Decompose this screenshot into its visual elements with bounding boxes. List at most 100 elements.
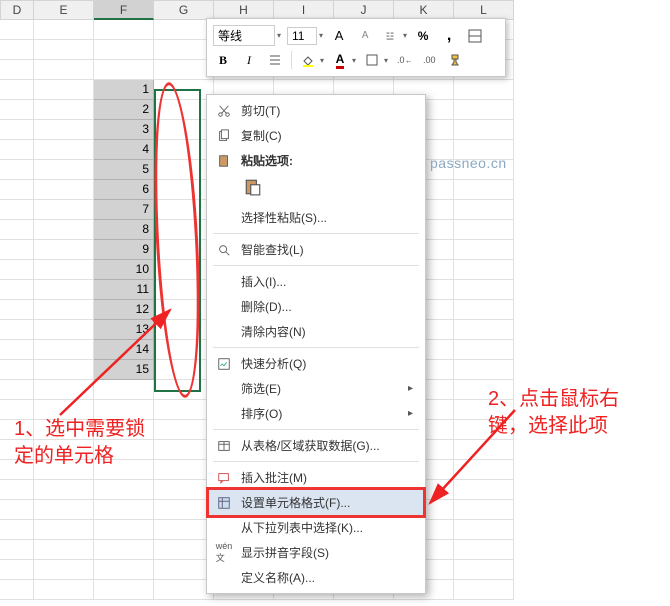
cell[interactable] — [34, 80, 94, 100]
menu-pick-dropdown[interactable]: 从下拉列表中选择(K)... — [209, 515, 423, 540]
cell[interactable]: 10 — [94, 260, 154, 280]
cell[interactable] — [154, 220, 214, 240]
cell[interactable] — [34, 320, 94, 340]
cell[interactable] — [154, 340, 214, 360]
cell[interactable]: 1 — [94, 80, 154, 100]
cell[interactable] — [454, 420, 514, 440]
cell[interactable] — [34, 120, 94, 140]
cell[interactable] — [454, 300, 514, 320]
cell[interactable]: 15 — [94, 360, 154, 380]
cell[interactable] — [0, 180, 34, 200]
font-color-button[interactable]: A — [330, 50, 350, 70]
cell[interactable] — [0, 460, 34, 480]
italic-button[interactable]: I — [239, 50, 259, 70]
cell[interactable] — [34, 340, 94, 360]
cell[interactable] — [454, 500, 514, 520]
cell[interactable] — [34, 200, 94, 220]
menu-delete[interactable]: 删除(D)... — [209, 294, 423, 319]
cell[interactable] — [154, 60, 214, 80]
cell[interactable]: 8 — [94, 220, 154, 240]
cell[interactable] — [0, 440, 34, 460]
cell[interactable] — [154, 180, 214, 200]
cell[interactable] — [0, 40, 34, 60]
cell[interactable] — [0, 540, 34, 560]
cell[interactable] — [0, 300, 34, 320]
column-header[interactable]: E — [34, 0, 94, 20]
cell[interactable] — [94, 500, 154, 520]
cell[interactable] — [454, 340, 514, 360]
menu-copy[interactable]: 复制(C) — [209, 123, 423, 148]
cell[interactable] — [34, 460, 94, 480]
cell[interactable] — [34, 520, 94, 540]
cell[interactable] — [0, 360, 34, 380]
cell[interactable] — [154, 460, 214, 480]
menu-cut[interactable]: 剪切(T) — [209, 98, 423, 123]
menu-insert[interactable]: 插入(I)... — [209, 269, 423, 294]
cell[interactable] — [454, 360, 514, 380]
cell[interactable] — [454, 200, 514, 220]
menu-paste-special[interactable]: 选择性粘贴(S)... — [209, 205, 423, 230]
cell[interactable] — [154, 260, 214, 280]
cell[interactable] — [94, 540, 154, 560]
cell[interactable] — [454, 100, 514, 120]
cell[interactable] — [454, 400, 514, 420]
cell[interactable] — [154, 80, 214, 100]
cell[interactable] — [454, 520, 514, 540]
cell[interactable] — [454, 80, 514, 100]
cell[interactable] — [154, 140, 214, 160]
accounting-format-button[interactable]: ☳ — [381, 26, 401, 46]
decimal-dec-button[interactable]: .00→ — [420, 50, 440, 70]
cell[interactable] — [454, 320, 514, 340]
menu-quick-analysis[interactable]: 快速分析(Q) — [209, 351, 423, 376]
cell[interactable] — [0, 480, 34, 500]
cell[interactable] — [34, 560, 94, 580]
menu-insert-comment[interactable]: 插入批注(M) — [209, 465, 423, 490]
cell[interactable] — [0, 20, 34, 40]
cell[interactable] — [34, 400, 94, 420]
decimal-inc-button[interactable]: .0← — [394, 50, 414, 70]
cell[interactable] — [94, 520, 154, 540]
cell[interactable] — [154, 440, 214, 460]
cell[interactable] — [154, 160, 214, 180]
cell[interactable] — [34, 240, 94, 260]
cell[interactable] — [154, 280, 214, 300]
column-header[interactable]: I — [274, 0, 334, 20]
cell[interactable] — [94, 40, 154, 60]
cell[interactable] — [0, 420, 34, 440]
cell[interactable] — [454, 480, 514, 500]
cell[interactable] — [454, 180, 514, 200]
cell[interactable] — [154, 480, 214, 500]
cell[interactable] — [154, 300, 214, 320]
cell[interactable] — [94, 580, 154, 600]
cell[interactable] — [0, 560, 34, 580]
cell[interactable]: 2 — [94, 100, 154, 120]
cell[interactable]: 14 — [94, 340, 154, 360]
cell[interactable] — [0, 320, 34, 340]
cell[interactable] — [454, 560, 514, 580]
column-header[interactable]: D — [0, 0, 34, 20]
menu-clear[interactable]: 清除内容(N) — [209, 319, 423, 344]
cell[interactable] — [94, 20, 154, 40]
cell[interactable] — [154, 120, 214, 140]
cell[interactable]: 12 — [94, 300, 154, 320]
cell[interactable] — [154, 540, 214, 560]
cell[interactable] — [154, 20, 214, 40]
cell[interactable] — [34, 260, 94, 280]
cell[interactable] — [454, 260, 514, 280]
cell[interactable] — [94, 420, 154, 440]
cell[interactable] — [34, 280, 94, 300]
cell[interactable] — [34, 540, 94, 560]
format-painter-button[interactable] — [446, 50, 466, 70]
cell[interactable] — [454, 380, 514, 400]
cell[interactable] — [0, 160, 34, 180]
decrease-font-button[interactable]: A — [355, 26, 375, 46]
cell[interactable] — [0, 280, 34, 300]
font-size-picker[interactable]: 11 — [287, 27, 317, 45]
menu-get-data-table[interactable]: 从表格/区域获取数据(G)... — [209, 433, 423, 458]
cell[interactable] — [0, 340, 34, 360]
mini-toolbar[interactable]: 等线▾ 11▾ A A ☳▾ % , B I ▾ A▾ ▾ .0← .00→ — [206, 18, 506, 77]
cell[interactable] — [454, 460, 514, 480]
menu-show-pinyin[interactable]: wén文 显示拼音字段(S) — [209, 540, 423, 565]
cell[interactable] — [454, 580, 514, 600]
cell[interactable]: 3 — [94, 120, 154, 140]
